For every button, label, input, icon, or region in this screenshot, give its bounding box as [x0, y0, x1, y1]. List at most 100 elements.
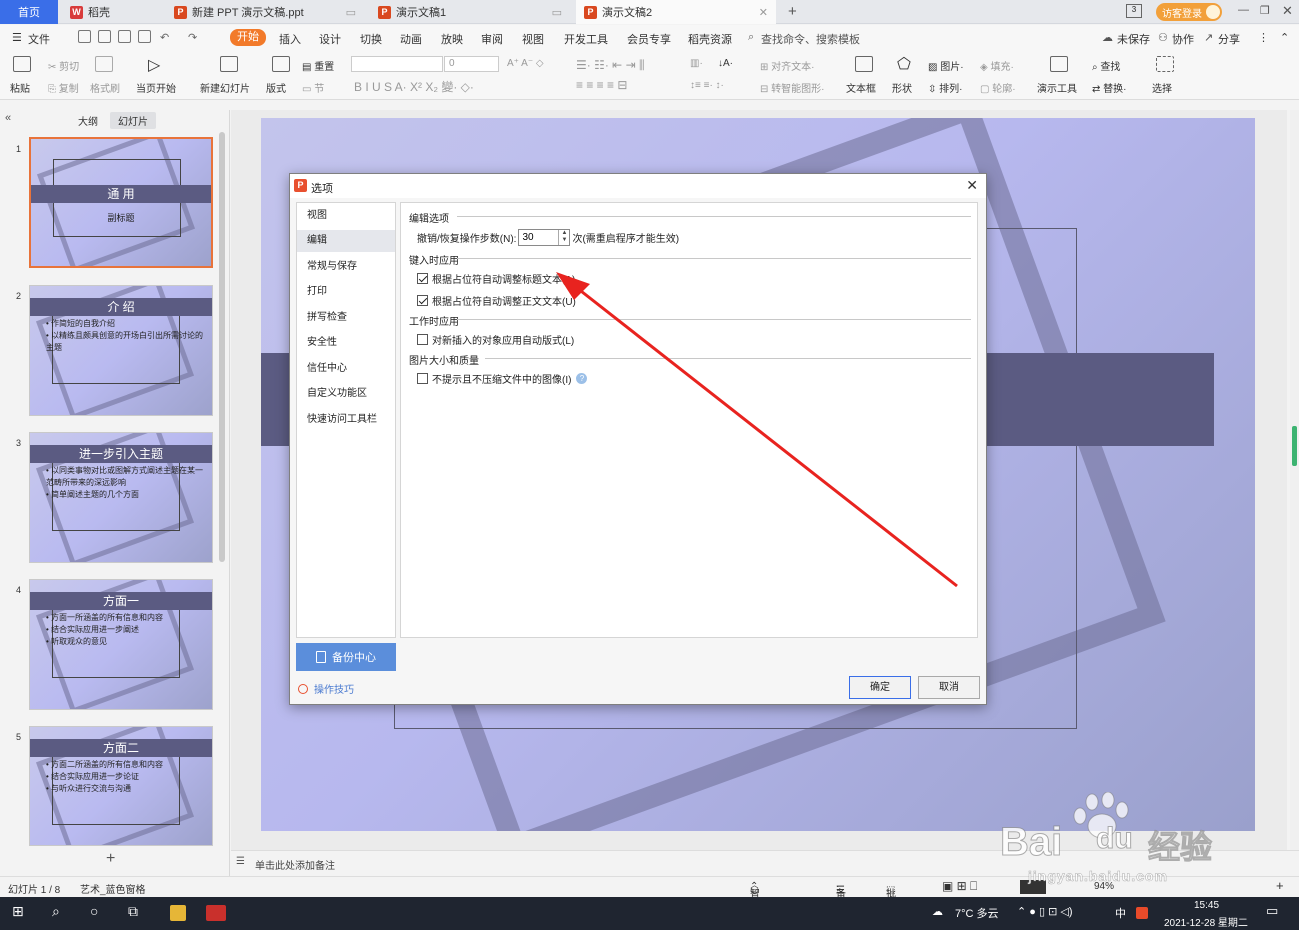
slide-thumb-3[interactable]: 进一步引入主题 • 以同类事物对比或图解方式阐述主题在某一范畴所带来的深远影响 …: [29, 432, 213, 563]
auto-layout-checkbox[interactable]: [417, 334, 428, 345]
font-size-select[interactable]: 0: [444, 56, 499, 72]
cut-button[interactable]: ✂ 剪切: [48, 58, 79, 73]
add-slide-icon[interactable]: +: [106, 850, 115, 868]
clock-time[interactable]: 15:45: [1194, 900, 1219, 911]
format-painter-icon[interactable]: [95, 56, 113, 72]
present-tools-button[interactable]: 演示工具: [1037, 80, 1077, 95]
option-auto-layout[interactable]: 对新插入的对象应用自动版式(L): [417, 332, 574, 347]
window-count-icon[interactable]: 3: [1126, 4, 1142, 18]
collapse-panel-icon[interactable]: «: [5, 112, 11, 124]
slide-thumb-4[interactable]: 方面一 • 方面一所涵盖的所有信息和内容 • 结合实际应用进一步阐述 • 听取观…: [29, 579, 213, 710]
align-buttons[interactable]: ≡ ≡ ≡ ≡ ⊟: [576, 78, 627, 92]
option-no-compress[interactable]: 不提示且不压缩文件中的图像(I) ?: [417, 371, 588, 386]
shape-icon[interactable]: ⬠: [897, 54, 911, 74]
no-compress-checkbox[interactable]: [417, 373, 428, 384]
slide-thumb-2[interactable]: 介 绍 • 作简短的自我介绍 • 以精练且颇具创意的开场白引出所需讨论的主题: [29, 285, 213, 416]
tab-close-icon[interactable]: ▭: [552, 6, 562, 19]
help-icon[interactable]: ?: [576, 373, 588, 384]
restore-icon[interactable]: ❐: [1260, 4, 1270, 17]
weather[interactable]: 7°C 多云: [955, 905, 999, 921]
tab-doc2[interactable]: P 演示文稿2 ✕: [576, 0, 776, 24]
clock-date[interactable]: 2021-12-28 星期二: [1164, 914, 1248, 929]
print-icon[interactable]: [118, 30, 131, 43]
nav-customize-ribbon[interactable]: 自定义功能区: [297, 383, 395, 405]
align-text-button[interactable]: ⊞ 对齐文本·: [760, 58, 815, 73]
textbox-icon[interactable]: [855, 56, 873, 72]
dialog-close-icon[interactable]: ✕: [966, 177, 978, 194]
select-icon[interactable]: [1156, 56, 1174, 72]
from-current-button[interactable]: 当页开始: [136, 80, 176, 95]
search-icon[interactable]: ⌕: [52, 903, 60, 920]
tab-outline[interactable]: 大纲: [70, 112, 106, 129]
font-style-buttons[interactable]: B I U S A· X² X₂ 變· ◇·: [354, 78, 474, 95]
stepper-arrows-icon[interactable]: ▲ ▼: [558, 230, 569, 245]
textbox-button[interactable]: 文本框: [846, 80, 876, 95]
menu-view[interactable]: 视图: [522, 31, 544, 47]
nav-trust-center[interactable]: 信任中心: [297, 358, 395, 380]
panel-scrollbar[interactable]: [219, 132, 225, 562]
command-search[interactable]: 查找命令、搜索模板: [761, 31, 860, 47]
ime-indicator[interactable]: 中: [1115, 905, 1126, 921]
menu-slideshow[interactable]: 放映: [441, 31, 463, 47]
font-name-select[interactable]: [351, 56, 443, 72]
minimize-icon[interactable]: —: [1238, 4, 1249, 16]
ok-button[interactable]: 确定: [849, 676, 911, 699]
nav-spellcheck[interactable]: 拼写检查: [297, 307, 395, 329]
backup-center-button[interactable]: 备份中心: [296, 643, 396, 671]
menu-review[interactable]: 审阅: [481, 31, 503, 47]
menu-daoke-resources[interactable]: 稻壳资源: [688, 31, 732, 47]
format-painter-button[interactable]: 格式刷: [90, 80, 120, 95]
notification-icon[interactable]: ▭: [1266, 903, 1278, 919]
sort-icon[interactable]: ↓A·: [718, 58, 733, 69]
tab-home[interactable]: 首页: [0, 0, 58, 24]
undo-steps-input[interactable]: [519, 230, 558, 245]
layout-icon[interactable]: [272, 56, 290, 72]
outline-button[interactable]: ▢ 轮廓·: [980, 80, 1016, 95]
paste-button[interactable]: 粘贴: [10, 80, 30, 95]
menu-member[interactable]: 会员专享: [627, 31, 671, 47]
collab-button[interactable]: 协作: [1172, 31, 1194, 47]
new-slide-button[interactable]: 新建幻灯片: [200, 80, 250, 95]
reset-button[interactable]: ▤ 重置: [302, 58, 334, 73]
find-button[interactable]: ⌕ 查找: [1092, 58, 1120, 73]
tab-doc1[interactable]: P 演示文稿1 ▭: [370, 0, 570, 24]
slide-thumb-1[interactable]: 通 用 副标题: [29, 137, 213, 268]
picture-button[interactable]: ▨ 图片·: [928, 58, 964, 73]
wps-icon[interactable]: [206, 905, 226, 921]
new-tab-icon[interactable]: +: [788, 3, 797, 20]
explorer-icon[interactable]: [170, 905, 186, 921]
redo-icon[interactable]: ↷: [188, 31, 197, 44]
to-smartart-button[interactable]: ⊟ 转智能图形·: [760, 80, 825, 95]
task-view-icon[interactable]: ⧉: [128, 903, 138, 920]
menu-file[interactable]: 文件: [28, 31, 50, 47]
login-button[interactable]: 访客登录: [1156, 3, 1222, 21]
notes-placeholder[interactable]: 单击此处添加备注: [255, 857, 335, 872]
menu-transition[interactable]: 切换: [360, 31, 382, 47]
save-icon[interactable]: [78, 30, 91, 43]
canvas-scrollbar[interactable]: [1290, 110, 1299, 850]
shape-button[interactable]: 形状: [892, 80, 912, 95]
present-tools-icon[interactable]: [1050, 56, 1068, 72]
notes-toggle[interactable]: ☰备注·: [836, 881, 846, 915]
section-button[interactable]: ▭ 节: [302, 80, 324, 95]
tab-close-icon[interactable]: ✕: [759, 6, 768, 19]
share-button[interactable]: 分享: [1218, 31, 1240, 47]
play-icon[interactable]: ▷: [148, 55, 160, 75]
layout-button[interactable]: 版式: [266, 80, 286, 95]
tab-daoke[interactable]: W 稻壳: [62, 0, 162, 24]
nav-security[interactable]: 安全性: [297, 332, 395, 354]
new-slide-icon[interactable]: [220, 56, 238, 72]
sogou-icon[interactable]: [1136, 907, 1148, 919]
export-icon[interactable]: [98, 30, 111, 43]
cortana-icon[interactable]: ○: [90, 903, 98, 919]
menu-insert[interactable]: 插入: [279, 31, 301, 47]
nav-quick-access[interactable]: 快速访问工具栏: [297, 409, 395, 431]
zoom-in-icon[interactable]: +: [1276, 878, 1284, 893]
menu-design[interactable]: 设计: [319, 31, 341, 47]
menu-start[interactable]: 开始: [230, 29, 266, 46]
tab-slides[interactable]: 幻灯片: [110, 112, 156, 129]
copy-button[interactable]: ⎘ 复制: [48, 80, 79, 95]
menu-animation[interactable]: 动画: [400, 31, 422, 47]
nav-general-save[interactable]: 常规与保存: [297, 256, 395, 278]
cancel-button[interactable]: 取消: [918, 676, 980, 699]
